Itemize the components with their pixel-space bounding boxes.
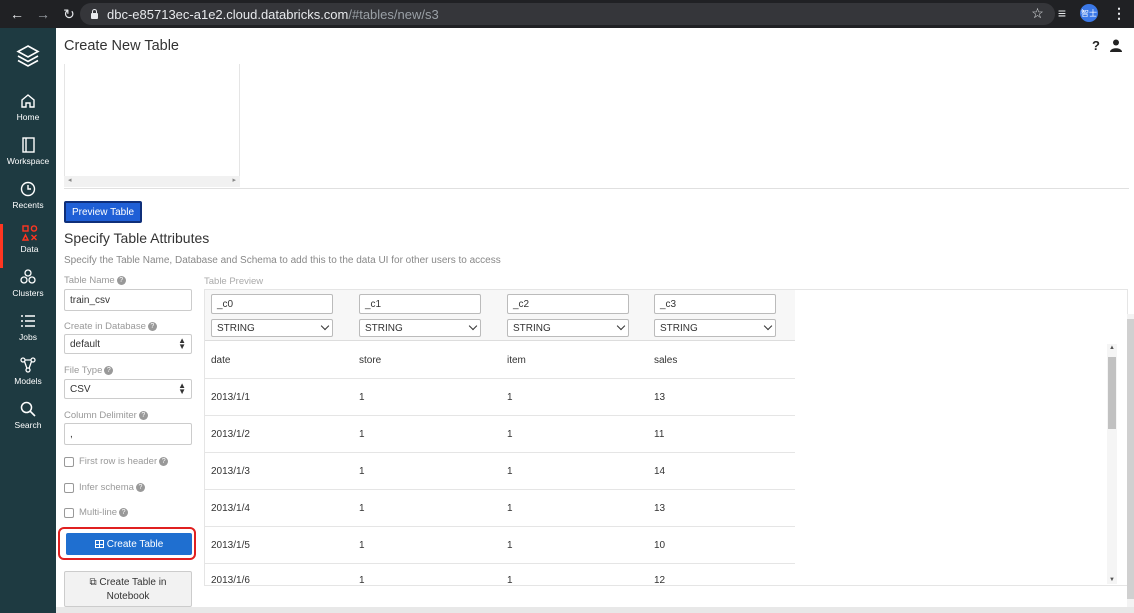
databricks-logo-icon[interactable] xyxy=(16,44,40,68)
database-label: Create in Database? xyxy=(64,321,157,332)
address-bar[interactable]: dbc-e85713ec-a1e2.cloud.databricks.com/#… xyxy=(80,3,1055,25)
table-row: 2013/1/4 1 1 13 xyxy=(205,490,795,527)
url-host: dbc-e85713ec-a1e2.cloud.databricks.com xyxy=(107,6,349,22)
table-row: 2013/1/1 1 1 13 xyxy=(205,379,795,416)
create-table-button[interactable]: Create Table xyxy=(66,533,192,555)
column-type-select[interactable]: STRING xyxy=(654,319,776,337)
select-arrows-icon: ▲ ▼ xyxy=(178,336,186,351)
help-icon[interactable]: ? xyxy=(1092,38,1100,53)
delimiter-label: Column Delimiter? xyxy=(64,410,148,421)
sidebar-item-workspace[interactable]: Workspace xyxy=(0,136,56,180)
create-table-highlight: Create Table xyxy=(58,527,196,560)
reading-list-icon[interactable]: ≡ xyxy=(1058,5,1066,21)
table-preview: _c0 STRING _c1 STRING _c2 STRING _c3 STR… xyxy=(204,289,1128,586)
table-name-label: Table Name? xyxy=(64,275,126,286)
help-circle-icon[interactable]: ? xyxy=(119,508,129,517)
chevron-down-icon xyxy=(320,321,330,331)
column-name-input[interactable]: _c1 xyxy=(359,294,481,314)
clock-icon xyxy=(20,181,36,197)
chevron-down-icon xyxy=(616,321,626,331)
help-circle-icon[interactable]: ? xyxy=(104,365,114,375)
forward-icon[interactable]: → xyxy=(34,6,52,22)
column-type-select[interactable]: STRING xyxy=(359,319,481,337)
scrollbar-thumb[interactable] xyxy=(1127,319,1134,599)
external-link-icon: ⧉ xyxy=(89,577,97,588)
reload-icon[interactable]: ↻ xyxy=(60,6,78,23)
preview-table-button[interactable]: Preview Table xyxy=(64,201,142,223)
section-description: Specify the Table Name, Database and Sch… xyxy=(64,255,501,266)
chevron-down-icon xyxy=(763,321,773,331)
select-arrows-icon: ▲ ▼ xyxy=(178,381,186,396)
sidebar-item-home[interactable]: Home xyxy=(0,92,56,136)
page-vertical-scrollbar[interactable] xyxy=(1127,314,1134,609)
sidebar-item-recents[interactable]: Recents xyxy=(0,180,56,224)
multi-line-checkbox[interactable]: Multi-line? xyxy=(64,507,129,518)
create-table-in-notebook-button[interactable]: ⧉ Create Table in Notebook xyxy=(64,571,192,607)
section-title: Specify Table Attributes xyxy=(64,230,210,246)
help-circle-icon[interactable]: ? xyxy=(138,410,148,420)
jobs-icon xyxy=(21,315,35,327)
main-content: ◂ ▸ Preview Table Specify Table Attribut… xyxy=(56,64,1134,613)
help-circle-icon[interactable]: ? xyxy=(147,321,157,331)
help-circle-icon[interactable]: ? xyxy=(135,483,145,492)
scroll-up-icon[interactable]: ▲ xyxy=(1109,345,1115,351)
sidebar: Home Workspace Recents Data Clusters Job… xyxy=(0,28,56,613)
delimiter-input[interactable]: , xyxy=(64,423,192,445)
scrollbar-thumb[interactable] xyxy=(1108,357,1116,429)
url-path: /#tables/new/s3 xyxy=(348,6,439,22)
chevron-down-icon xyxy=(468,321,478,331)
column-type-select[interactable]: STRING xyxy=(211,319,333,337)
help-circle-icon[interactable]: ? xyxy=(159,457,169,466)
first-row-header-checkbox[interactable]: First row is header? xyxy=(64,456,169,467)
table-preview-label: Table Preview xyxy=(204,276,264,287)
scroll-left-icon[interactable]: ◂ xyxy=(68,176,72,184)
table-icon xyxy=(94,540,104,548)
column-name-input[interactable]: _c2 xyxy=(507,294,629,314)
column-name-input[interactable]: _c0 xyxy=(211,294,333,314)
data-icon xyxy=(21,225,37,241)
table-row: date store item sales xyxy=(205,342,795,379)
file-type-label: File Type? xyxy=(64,365,114,376)
column-name-input[interactable]: _c3 xyxy=(654,294,776,314)
sidebar-item-clusters[interactable]: Clusters xyxy=(0,268,56,312)
sidebar-item-data[interactable]: Data xyxy=(0,224,56,268)
lock-icon xyxy=(90,9,99,19)
user-icon[interactable] xyxy=(1110,39,1122,52)
preview-vertical-scrollbar[interactable]: ▲ ▼ xyxy=(1107,344,1117,584)
page-header: Create New Table ? xyxy=(56,28,1134,64)
browser-menu-icon[interactable]: ⋮ xyxy=(1112,5,1126,22)
table-row: 2013/1/3 1 1 14 xyxy=(205,453,795,490)
column-type-select[interactable]: STRING xyxy=(507,319,629,337)
search-icon xyxy=(20,401,36,417)
browser-toolbar: ← → ↻ dbc-e85713ec-a1e2.cloud.databricks… xyxy=(0,0,1134,28)
divider xyxy=(64,188,1129,189)
page-title: Create New Table xyxy=(64,38,179,54)
back-icon[interactable]: ← xyxy=(8,6,26,22)
scroll-right-icon[interactable]: ▸ xyxy=(232,176,236,184)
scroll-down-icon[interactable]: ▼ xyxy=(1109,577,1115,583)
help-circle-icon[interactable]: ? xyxy=(116,275,126,285)
sidebar-item-jobs[interactable]: Jobs xyxy=(0,312,56,356)
horizontal-scrollbar[interactable]: ◂ ▸ xyxy=(64,176,240,187)
workspace-icon xyxy=(22,137,35,153)
file-type-select[interactable]: CSV ▲ ▼ xyxy=(64,379,192,399)
file-browser-panel[interactable] xyxy=(64,64,240,187)
models-icon xyxy=(20,357,36,373)
bookmark-star-icon[interactable]: ☆ xyxy=(1031,5,1044,22)
home-icon xyxy=(21,94,35,108)
infer-schema-checkbox[interactable]: Infer schema? xyxy=(64,482,145,493)
table-name-input[interactable]: train_csv xyxy=(64,289,192,311)
table-row: 2013/1/5 1 1 10 xyxy=(205,527,795,564)
sidebar-item-models[interactable]: Models xyxy=(0,356,56,400)
profile-avatar[interactable]: 智士 xyxy=(1080,4,1098,22)
table-row: 2013/1/2 1 1 11 xyxy=(205,416,795,453)
clusters-icon xyxy=(20,269,36,284)
sidebar-item-search[interactable]: Search xyxy=(0,400,56,444)
database-select[interactable]: default ▲ ▼ xyxy=(64,334,192,354)
table-row: 2013/1/6 1 1 12 xyxy=(211,575,666,586)
page-horizontal-scrollbar[interactable] xyxy=(56,607,1134,613)
